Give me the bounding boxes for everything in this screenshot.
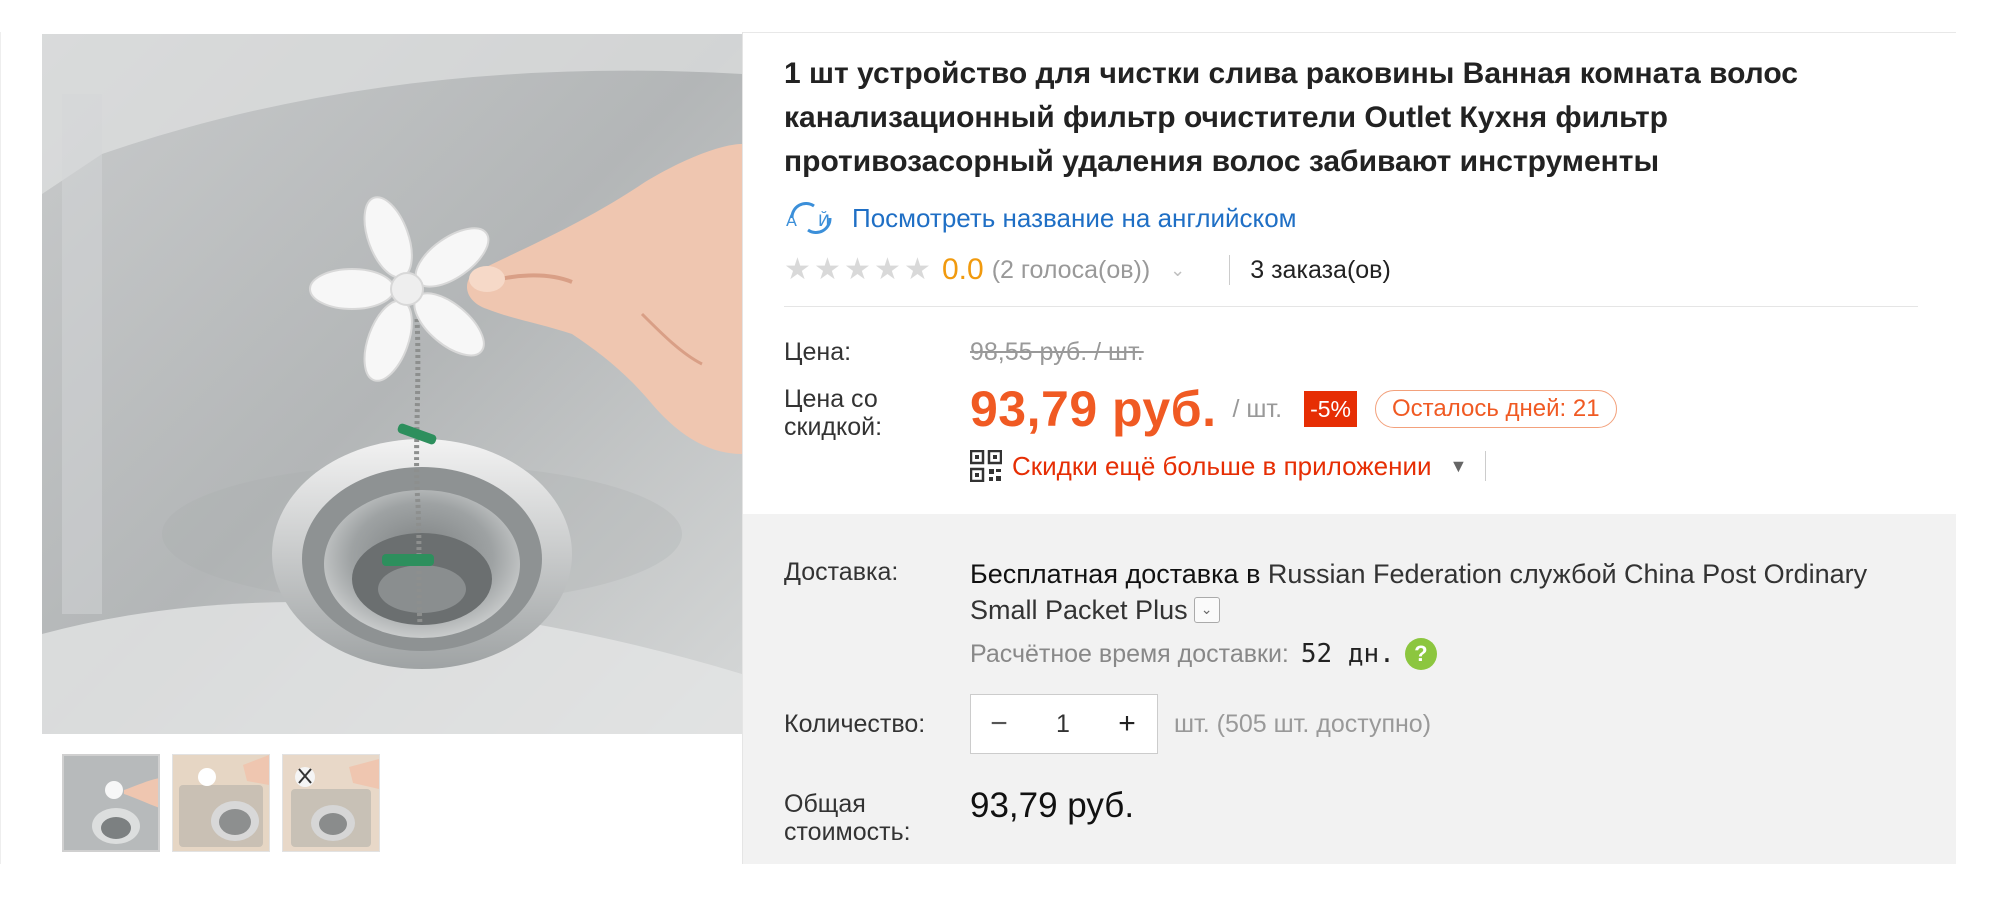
thumbnail-image	[173, 755, 269, 851]
svg-text:Й: Й	[818, 211, 830, 230]
chevron-down-icon[interactable]: ⌄	[1170, 260, 1185, 281]
discount-price-label-line1: Цена со	[784, 385, 878, 413]
app-promo-separator	[1485, 451, 1487, 481]
price-label: Цена:	[784, 338, 852, 366]
rating-separator	[1229, 255, 1231, 285]
product-page: 1 шт устройство для чистки слива раковин…	[0, 0, 2000, 907]
translate-icon[interactable]: A Й	[784, 200, 838, 236]
app-promo-link[interactable]: Скидки ещё больше в приложении	[1012, 451, 1432, 482]
discount-price-label-line2: скидкой:	[784, 413, 883, 441]
star-icon: ★	[844, 253, 871, 286]
thumbnail-1[interactable]	[62, 754, 160, 852]
quantity-stepper: − +	[970, 694, 1158, 754]
rating-value: 0.0	[942, 253, 984, 286]
top-divider	[742, 32, 1956, 33]
total-label: Общая стоимость:	[784, 790, 911, 846]
translate-row: A Й Посмотреть название на английском	[784, 200, 1297, 236]
thumbnail-image	[283, 755, 379, 851]
votes-count[interactable]: (2 голоса(ов))	[992, 256, 1150, 285]
quantity-input[interactable]	[1027, 695, 1099, 753]
total-label-line2: стоимость:	[784, 818, 911, 846]
free-shipping-text: Бесплатная доставка в	[970, 559, 1261, 589]
info-divider	[784, 306, 1918, 307]
days-left-badge: Осталось дней: 21	[1374, 390, 1617, 428]
star-icon: ★	[874, 253, 901, 286]
discount-badge: -5%	[1304, 391, 1357, 427]
sink-drain-photo	[42, 34, 742, 734]
current-price: 93,79 руб.	[970, 381, 1217, 437]
translate-title-link[interactable]: Посмотреть название на английском	[852, 203, 1297, 234]
current-price-row: 93,79 руб. / шт. -5% Осталось дней: 21	[970, 380, 1617, 438]
main-product-image[interactable]	[42, 34, 742, 734]
orders-count: 3 заказа(ов)	[1250, 255, 1391, 284]
eta-value: 52 дн.	[1300, 639, 1395, 669]
star-icon: ★	[784, 253, 811, 286]
plus-icon[interactable]: +	[1099, 695, 1155, 753]
rating-row: ★ ★ ★ ★ ★ 0.0 (2 голоса(ов)) ⌄ 3 заказа(…	[784, 250, 1391, 290]
help-icon[interactable]: ?	[1404, 638, 1437, 670]
caret-down-icon[interactable]: ▼	[1450, 456, 1468, 477]
discount-price-label: Цена со скидкой:	[784, 385, 882, 441]
original-price: 98,55 руб. / шт.	[970, 338, 1144, 366]
total-label-line1: Общая	[784, 790, 866, 818]
thumbnail-2[interactable]	[172, 754, 270, 852]
qr-code-icon[interactable]	[970, 450, 1002, 482]
delivery-eta-row: Расчётное время доставки: 52 дн. ?	[970, 638, 1437, 670]
svg-text:A: A	[786, 211, 797, 230]
shipping-label: Доставка:	[784, 558, 899, 586]
eta-label: Расчётное время доставки:	[970, 639, 1289, 668]
star-icon: ★	[814, 253, 841, 286]
per-unit: / шт.	[1232, 394, 1283, 423]
total-price: 93,79 руб.	[970, 786, 1135, 825]
thumbnail-3[interactable]	[282, 754, 380, 852]
quantity-label: Количество:	[784, 710, 926, 738]
shipping-dropdown-icon[interactable]: ⌄	[1193, 596, 1220, 623]
left-border	[0, 32, 1, 864]
quantity-available: шт. (505 шт. доступно)	[1174, 710, 1432, 738]
product-title: 1 шт устройство для чистки слива раковин…	[784, 57, 1798, 178]
app-promo-row: Скидки ещё больше в приложении ▼	[970, 450, 1487, 482]
minus-icon[interactable]: −	[971, 695, 1027, 753]
rating-stars[interactable]: ★ ★ ★ ★ ★	[784, 253, 932, 286]
shipping-method: Бесплатная доставка в Russian Federation…	[970, 556, 1930, 628]
star-icon: ★	[904, 253, 931, 286]
thumbnail-image	[64, 756, 158, 850]
thumbnail-strip	[62, 754, 380, 852]
